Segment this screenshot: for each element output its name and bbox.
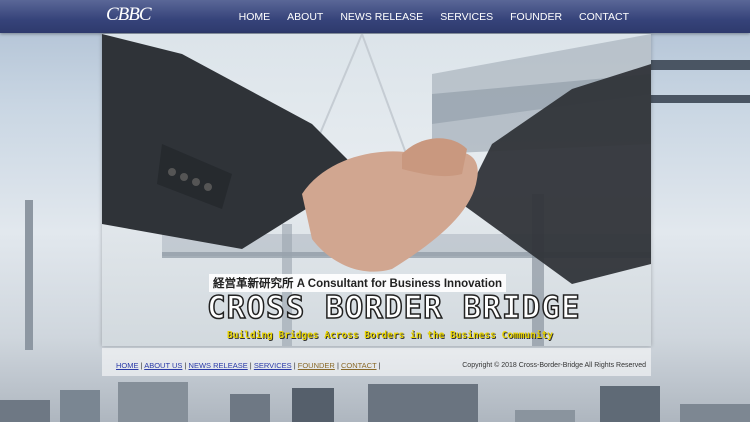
footer-link-contact[interactable]: CONTACT xyxy=(341,361,377,370)
nav-contact[interactable]: CONTACT xyxy=(579,11,629,23)
hero-title: CROSS BORDER BRIDGE xyxy=(206,289,581,327)
footer-link-home[interactable]: HOME xyxy=(116,361,139,370)
nav-news-release[interactable]: NEWS RELEASE xyxy=(340,11,423,23)
bridge-deck xyxy=(640,95,750,103)
copyright-text: Copyright © 2018 Cross-Border-Bridge All… xyxy=(462,362,646,369)
site-header: CBBC HOME ABOUT NEWS RELEASE SERVICES FO… xyxy=(0,0,750,33)
nav-about[interactable]: ABOUT xyxy=(287,11,323,23)
nav-founder[interactable]: FOUNDER xyxy=(510,11,562,23)
nav-home[interactable]: HOME xyxy=(239,11,271,23)
footer-link-news-release[interactable]: NEWS RELEASE xyxy=(189,361,248,370)
footer-link-about-us[interactable]: ABOUT US xyxy=(144,361,182,370)
footer-link-founder[interactable]: FOUNDER xyxy=(298,361,335,370)
footer-nav: HOME | ABOUT US | NEWS RELEASE | SERVICE… xyxy=(116,361,381,370)
hero-subtitle: Building Bridges Across Borders in the B… xyxy=(227,330,554,341)
bridge-pillar xyxy=(25,200,33,350)
main-nav: HOME ABOUT NEWS RELEASE SERVICES FOUNDER… xyxy=(239,0,629,33)
nav-services[interactable]: SERVICES xyxy=(440,11,493,23)
bridge-deck xyxy=(640,60,750,70)
site-logo[interactable]: CBBC xyxy=(106,4,152,26)
footer-link-services[interactable]: SERVICES xyxy=(254,361,292,370)
hero-banner: 経営革新研究所 A Consultant for Business Innova… xyxy=(102,34,651,346)
